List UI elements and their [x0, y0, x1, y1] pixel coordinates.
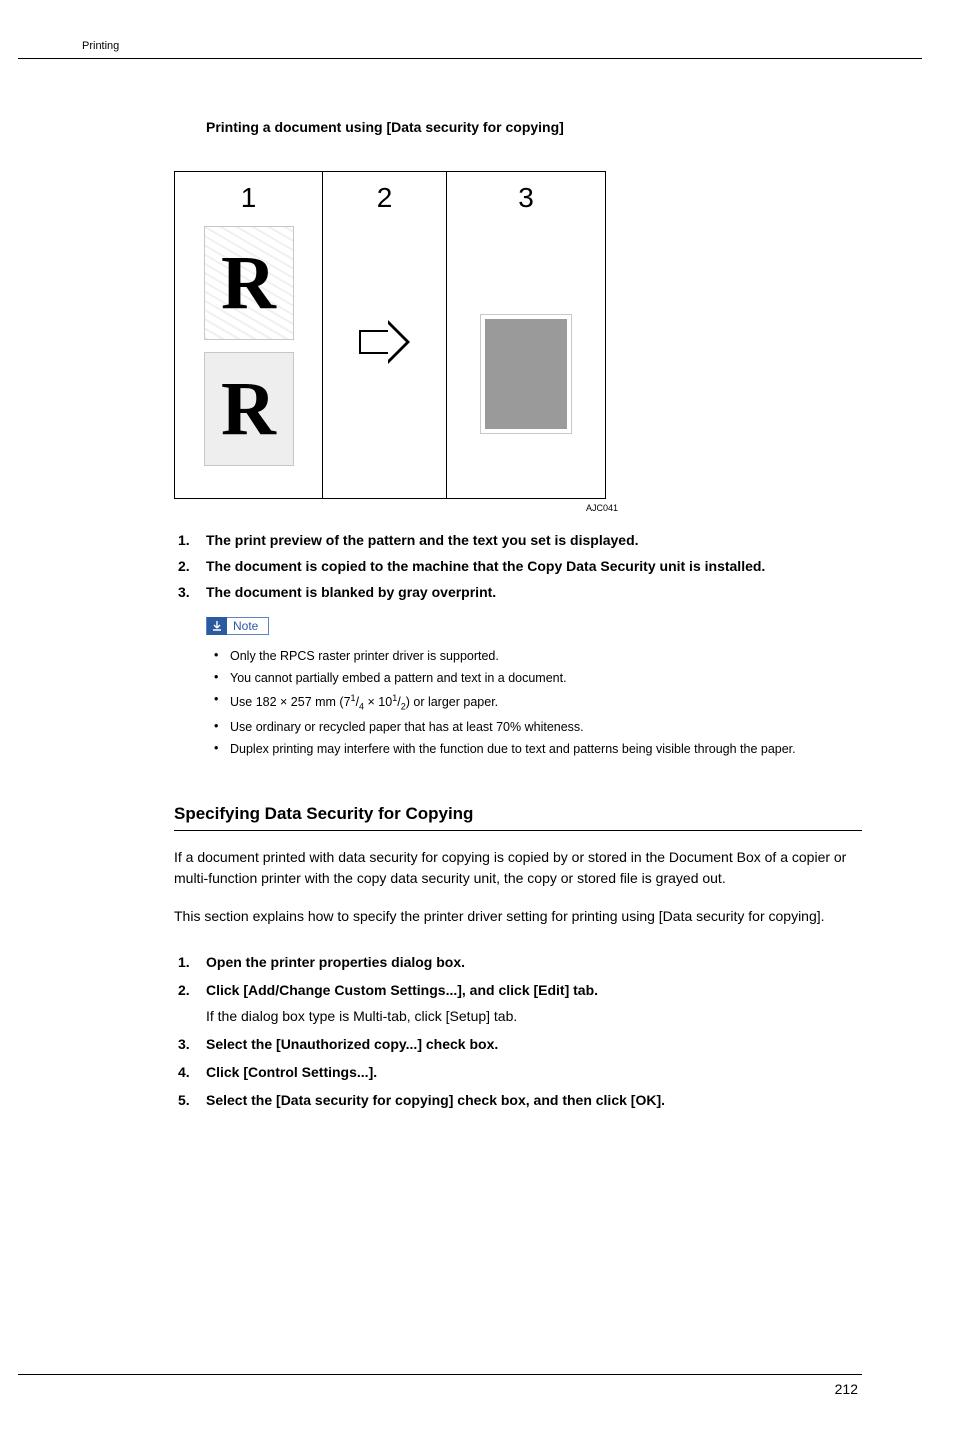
- note-label: Note: [206, 617, 269, 635]
- procedure-steps: 1.Open the printer properties dialog box…: [174, 948, 862, 1114]
- figure-description-list: 1.The print preview of the pattern and t…: [174, 527, 862, 605]
- figure: 1 R R 2 3 AJC041: [174, 171, 606, 499]
- note-item: Only the RPCS raster printer driver is s…: [206, 645, 862, 667]
- figure-desc-item: 2.The document is copied to the machine …: [174, 553, 862, 579]
- step-item: 5.Select the [Data security for copying]…: [174, 1086, 862, 1114]
- page-header: Printing: [0, 40, 954, 52]
- step-item: 1.Open the printer properties dialog box…: [174, 948, 862, 976]
- pane-label-1: 1: [241, 182, 257, 214]
- footer-rule: [18, 1374, 862, 1375]
- figure-desc-item: 3.The document is blanked by gray overpr…: [174, 579, 862, 605]
- glyph-r-2: R: [221, 371, 276, 447]
- note-item: Duplex printing may interfere with the f…: [206, 738, 862, 760]
- page-footer: 212: [0, 1374, 954, 1397]
- figure-pane-2: 2: [323, 172, 447, 498]
- step-item: 4.Click [Control Settings...].: [174, 1058, 862, 1086]
- figure-heading: Printing a document using [Data security…: [206, 119, 862, 135]
- gray-copy-frame: [480, 314, 572, 434]
- preview-card-pattern: R: [204, 226, 294, 340]
- note-list: Only the RPCS raster printer driver is s…: [206, 645, 862, 760]
- note-label-text: Note: [233, 619, 258, 633]
- arrow-icon: [359, 320, 411, 364]
- note-item: You cannot partially embed a pattern and…: [206, 667, 862, 689]
- header-section: Printing: [82, 40, 119, 52]
- note-box: Note Only the RPCS raster printer driver…: [206, 617, 862, 760]
- figure-desc-item: 1.The print preview of the pattern and t…: [174, 527, 862, 553]
- pane-label-2: 2: [377, 182, 393, 214]
- figure-code: AJC041: [586, 503, 618, 513]
- note-item: Use ordinary or recycled paper that has …: [206, 716, 862, 738]
- section-heading: Specifying Data Security for Copying: [174, 804, 862, 831]
- figure-pane-1: 1 R R: [175, 172, 323, 498]
- gray-copy: [485, 319, 567, 429]
- glyph-r-1: R: [221, 245, 276, 321]
- note-item: Use 182 × 257 mm (71/4 × 101/2) or large…: [206, 689, 862, 716]
- figure-pane-3: 3: [447, 172, 605, 498]
- step-item: 2.Click [Add/Change Custom Settings...],…: [174, 976, 862, 1030]
- note-arrow-icon: [207, 617, 227, 635]
- page-number: 212: [18, 1381, 862, 1397]
- preview-card-plain: R: [204, 352, 294, 466]
- section-paragraph-2: This section explains how to specify the…: [174, 906, 862, 928]
- page-content: Printing a document using [Data security…: [0, 59, 954, 1114]
- step-item: 3.Select the [Unauthorized copy...] chec…: [174, 1030, 862, 1058]
- pane-label-3: 3: [518, 182, 534, 214]
- section-paragraph-1: If a document printed with data security…: [174, 847, 862, 890]
